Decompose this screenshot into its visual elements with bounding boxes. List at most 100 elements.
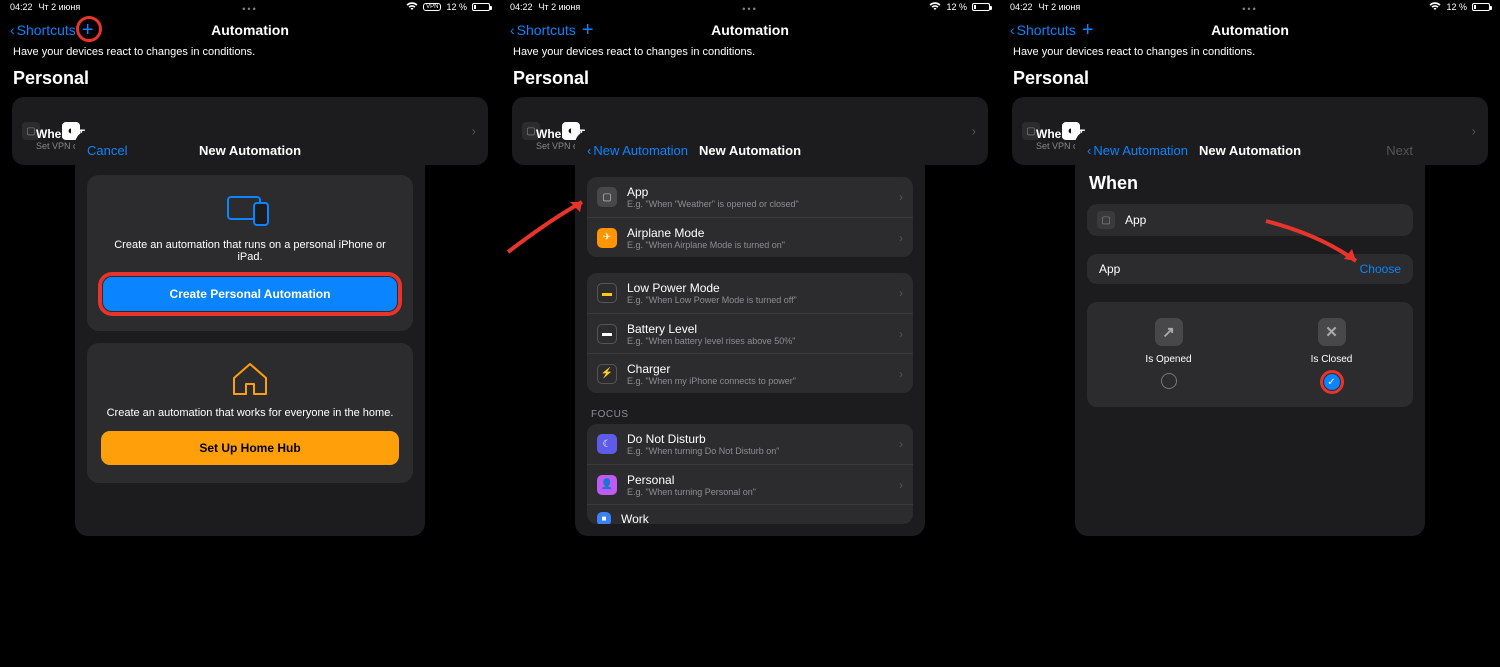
battery-level-icon: ▬	[597, 324, 617, 344]
trigger-focus-work[interactable]: ■ Work	[587, 504, 913, 524]
row-sub: E.g. "When my iPhone connects to power"	[627, 376, 796, 386]
row-sub: E.g. "When Airplane Mode is turned on"	[627, 240, 785, 250]
home-option-card: Create an automation that works for ever…	[87, 343, 413, 483]
section-personal: Personal	[0, 58, 500, 97]
closed-radio[interactable]: ✓	[1324, 374, 1340, 390]
next-button[interactable]: Next	[1386, 143, 1413, 158]
chevron-left-icon: ‹	[510, 22, 515, 38]
chevron-right-icon: ›	[899, 286, 903, 300]
nav-bar: ‹ Shortcuts + Automation	[500, 14, 1000, 46]
focus-label: FOCUS	[587, 409, 913, 424]
chevron-right-icon: ›	[1472, 124, 1476, 139]
wifi-icon	[929, 2, 941, 13]
page-subline: Have your devices react to changes in co…	[0, 46, 500, 58]
trigger-battery[interactable]: ▬ Battery LevelE.g. "When battery level …	[587, 313, 913, 353]
more-handle[interactable]: •••	[742, 4, 757, 14]
nav-bar: ‹ Shortcuts + Automation	[1000, 14, 1500, 46]
highlight-closed: ✓	[1323, 373, 1341, 391]
trigger-app[interactable]: ▢ AppE.g. "When "Weather" is opened or c…	[587, 177, 913, 217]
nav-bar: ‹ Shortcuts + Automation	[0, 14, 500, 46]
open-icon: ↗	[1155, 318, 1183, 346]
row-title: Personal	[627, 473, 756, 487]
when-app-chip: ▢ App	[1087, 204, 1413, 236]
modal-back-label: New Automation	[1093, 143, 1188, 158]
closed-label: Is Closed	[1311, 354, 1353, 365]
status-time: 04:22	[510, 2, 533, 12]
row-sub: E.g. "When turning Do Not Disturb on"	[627, 446, 779, 456]
add-button[interactable]: +	[82, 20, 94, 40]
is-opened-option[interactable]: ↗ Is Opened	[1087, 318, 1250, 391]
back-button[interactable]: ‹ Shortcuts	[1010, 22, 1076, 38]
trigger-airplane[interactable]: ✈ Airplane ModeE.g. "When Airplane Mode …	[587, 217, 913, 257]
wifi-icon	[1429, 2, 1441, 13]
chevron-right-icon: ›	[899, 437, 903, 451]
trigger-dnd[interactable]: ☾ Do Not DisturbE.g. "When turning Do No…	[587, 424, 913, 464]
opened-label: Is Opened	[1145, 354, 1191, 365]
pane-1: 04:22 Чт 2 июня ••• VPN 12 % ‹ Shortcuts…	[0, 0, 500, 667]
row-sub: E.g. "When "Weather" is opened or closed…	[627, 199, 799, 209]
cancel-button[interactable]: Cancel	[87, 143, 127, 158]
status-date: Чт 2 июня	[1039, 2, 1081, 12]
home-icon	[230, 361, 270, 397]
add-button[interactable]: +	[1082, 20, 1094, 40]
page-subline: Have your devices react to changes in co…	[1000, 46, 1500, 58]
setup-home-hub-button[interactable]: Set Up Home Hub	[101, 431, 399, 465]
section-personal: Personal	[1000, 58, 1500, 97]
chevron-right-icon: ›	[899, 327, 903, 341]
more-handle[interactable]: •••	[1242, 4, 1257, 14]
when-heading: When	[1087, 169, 1413, 204]
status-date: Чт 2 июня	[539, 2, 581, 12]
battery-icon	[972, 3, 990, 11]
row-title: Do Not Disturb	[627, 432, 779, 446]
chevron-right-icon: ›	[972, 124, 976, 139]
status-bar: 04:22 Чт 2 июня ••• 12 %	[500, 0, 1000, 14]
back-button[interactable]: ‹ Shortcuts	[10, 22, 76, 38]
personal-option-card: Create an automation that runs on a pers…	[87, 175, 413, 331]
status-time: 04:22	[10, 2, 33, 12]
trigger-focus-personal[interactable]: 👤 PersonalE.g. "When turning Personal on…	[587, 464, 913, 504]
chevron-left-icon: ‹	[1010, 22, 1015, 38]
back-button[interactable]: ‹ Shortcuts	[510, 22, 576, 38]
pane-3: 04:22 Чт 2 июня ••• 12 % ‹ Shortcuts + A…	[1000, 0, 1500, 667]
pane-2: 04:22 Чт 2 июня ••• 12 % ‹ Shortcuts + A…	[500, 0, 1000, 667]
app-chip-icon: ▢	[1097, 211, 1115, 229]
status-bar: 04:22 Чт 2 июня ••• 12 %	[1000, 0, 1500, 14]
trigger-lpm[interactable]: ▬ Low Power ModeE.g. "When Low Power Mod…	[587, 273, 913, 313]
row-sub: E.g. "When turning Personal on"	[627, 487, 756, 497]
app-chip-label: App	[1125, 213, 1146, 227]
create-personal-button[interactable]: Create Personal Automation	[103, 277, 397, 311]
status-time: 04:22	[1010, 2, 1033, 12]
modal-trigger-list: ‹ New Automation New Automation ▢ AppE.g…	[575, 131, 925, 536]
modal-back-button[interactable]: ‹ New Automation	[1087, 143, 1188, 158]
trigger-group-settings: ▢ AppE.g. "When "Weather" is opened or c…	[587, 177, 913, 257]
battery-pct: 12 %	[446, 2, 467, 12]
modal-back-button[interactable]: ‹ New Automation	[587, 143, 688, 158]
vpn-badge: VPN	[423, 3, 441, 11]
modal-title: New Automation	[75, 143, 425, 158]
back-label: Shortcuts	[17, 22, 76, 38]
chevron-right-icon: ›	[899, 367, 903, 381]
more-handle[interactable]: •••	[242, 4, 257, 14]
trigger-charger[interactable]: ⚡ ChargerE.g. "When my iPhone connects t…	[587, 353, 913, 393]
devices-icon	[226, 193, 274, 227]
lpm-icon: ▬	[597, 283, 617, 303]
open-close-toggle: ↗ Is Opened ✕ Is Closed ✓	[1087, 302, 1413, 407]
row-title: Work	[621, 512, 649, 525]
choose-button[interactable]: Choose	[1360, 262, 1401, 276]
wifi-icon	[406, 2, 418, 13]
close-icon: ✕	[1318, 318, 1346, 346]
is-closed-option[interactable]: ✕ Is Closed ✓	[1250, 318, 1413, 391]
modal-back-label: New Automation	[593, 143, 688, 158]
opened-radio[interactable]	[1161, 373, 1177, 389]
airplane-icon: ✈	[597, 228, 617, 248]
trigger-group-power: ▬ Low Power ModeE.g. "When Low Power Mod…	[587, 273, 913, 393]
chevron-right-icon: ›	[899, 478, 903, 492]
chevron-right-icon: ›	[472, 124, 476, 139]
charger-icon: ⚡	[597, 364, 617, 384]
chevron-left-icon: ‹	[10, 22, 15, 38]
chevron-right-icon: ›	[899, 190, 903, 204]
work-focus-icon: ■	[597, 512, 611, 525]
choose-app-row[interactable]: App Choose	[1087, 254, 1413, 284]
add-button[interactable]: +	[582, 20, 594, 40]
dnd-icon: ☾	[597, 434, 617, 454]
